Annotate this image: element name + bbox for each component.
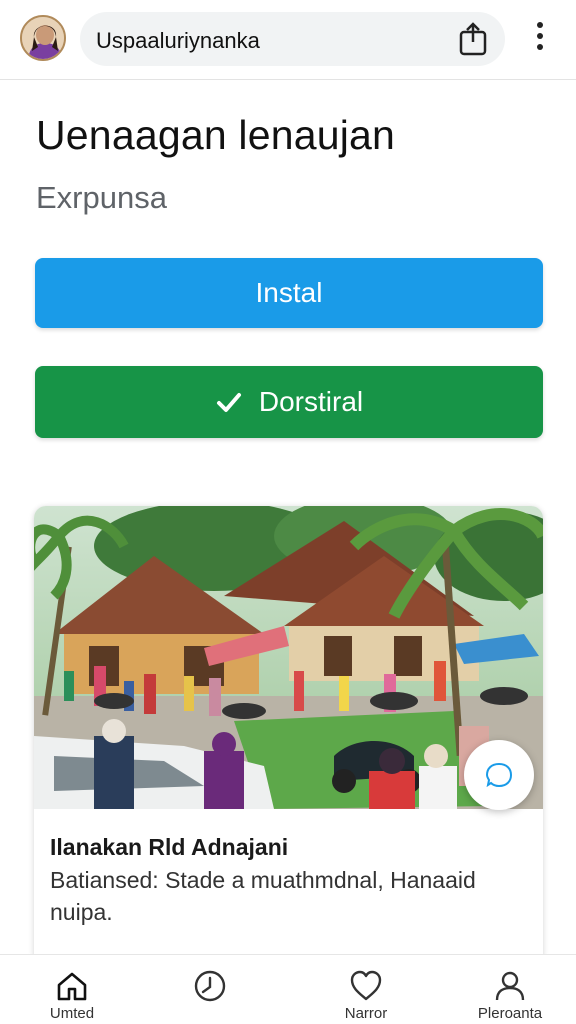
nav-home[interactable]: Umted (12, 955, 132, 1024)
top-bar: Uspaaluriynanka (0, 0, 576, 80)
chat-bubble-icon[interactable] (464, 740, 534, 810)
card-title: Ilanakan Rld Adnajani (50, 834, 289, 860)
bottom-navigation: Umted Narror Pleroanta (0, 954, 576, 1024)
clock-icon (194, 970, 226, 1002)
install-button[interactable]: Instal (35, 258, 543, 328)
nav-favorites-label: Narror (344, 1005, 388, 1022)
avatar-icon (22, 17, 64, 59)
share-icon[interactable] (457, 22, 489, 56)
page-subtitle: Exrpunsa (36, 180, 167, 215)
user-avatar[interactable] (20, 15, 66, 61)
page-title: Uenaagan lenaujan (36, 112, 396, 158)
installed-button[interactable]: Dorstiral (35, 366, 543, 438)
nav-home-label: Umted (49, 1005, 95, 1022)
installed-button-label: Dorstiral (258, 386, 364, 417)
home-icon (57, 972, 87, 1001)
card-description: Batiansed: Stade a muathmdnal, Hanaaid n… (50, 867, 476, 925)
nav-profile[interactable]: Pleroanta (450, 955, 570, 1024)
address-bar[interactable]: Uspaaluriynanka (80, 12, 505, 66)
nav-profile-label: Pleroanta (477, 1005, 543, 1022)
person-icon (495, 971, 525, 1001)
heart-icon (350, 970, 382, 1001)
nav-favorites[interactable]: Narror (306, 955, 426, 1024)
more-menu-icon[interactable] (526, 22, 554, 54)
address-text: Uspaaluriynanka (96, 28, 260, 53)
install-button-label: Instal (255, 277, 323, 308)
check-icon (216, 393, 241, 412)
nav-history[interactable] (150, 955, 270, 1024)
